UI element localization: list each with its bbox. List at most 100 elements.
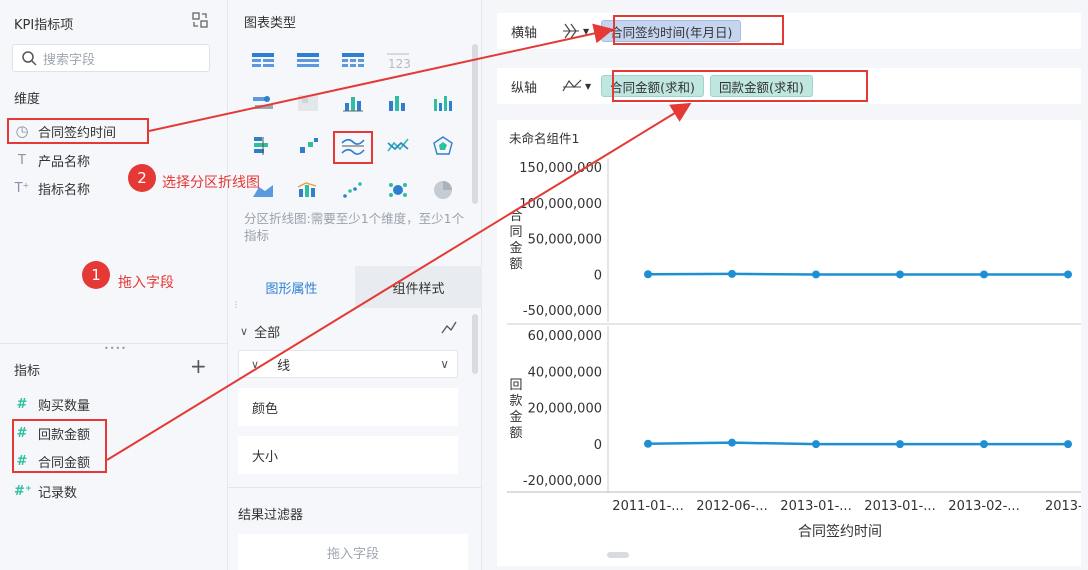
data-point (644, 439, 652, 448)
measure-item-purchase-qty[interactable]: # 购买数量 (14, 393, 90, 415)
pie-chart-icon[interactable] (428, 177, 458, 203)
y-axis-title-char: 合 (509, 209, 522, 224)
x-axis-title: 合同签约时间 (798, 523, 882, 540)
data-point (728, 438, 736, 447)
tab-component-style[interactable]: 组件样式 (355, 266, 482, 308)
x-axis-sort-icon[interactable]: ▼ (561, 22, 589, 40)
combo-chart-icon[interactable] (293, 177, 323, 203)
data-point (980, 270, 988, 279)
field-label: 购买数量 (38, 398, 91, 414)
divider (228, 487, 482, 488)
dimension-header: 维度 (14, 92, 41, 107)
stacked-bar-icon[interactable] (338, 90, 368, 116)
filter-drop-zone[interactable]: 拖入字段 (238, 534, 468, 570)
horizontal-scrollbar[interactable] (607, 552, 629, 558)
y-axis-sort-icon[interactable]: ▼ (561, 77, 591, 95)
y-axis-title-char: 款 (509, 394, 522, 409)
search-icon (22, 51, 37, 66)
y-axis-title-char: 额 (509, 257, 522, 272)
chart-config-panel: 图表类型 123 分区折线图:需要至少1个维度，至少1个指标 图形属性 组件样式… (228, 0, 482, 570)
series-line (647, 272, 1068, 276)
chevron-down-icon: ∨ (240, 325, 249, 338)
y-axis-title-char: 金 (509, 409, 522, 425)
y-tick-label: 50,000,000 (528, 233, 602, 248)
line-chart-icon[interactable] (383, 133, 413, 159)
detail-table-icon[interactable] (338, 48, 368, 74)
data-point (1064, 440, 1072, 449)
filter-header: 结果过滤器 (238, 508, 304, 523)
text-plus-icon: T⁺ (14, 180, 30, 196)
y-tick-label: 0 (594, 438, 602, 453)
mark-type-value: 线 (277, 358, 291, 374)
property-tabs: 图形属性 组件样式 (228, 266, 482, 308)
data-point (1064, 270, 1072, 279)
switch-dataset-icon[interactable] (190, 10, 210, 30)
mark-type-select[interactable]: ∨ 线 ∨ (238, 350, 458, 378)
resize-handle[interactable]: ⋮ (232, 300, 240, 314)
y-axis-title-char: 同 (509, 225, 522, 240)
chevron-down-icon: ∨ (440, 357, 449, 371)
bubble-chart-icon[interactable] (383, 177, 413, 203)
data-point (644, 270, 652, 279)
data-point (728, 269, 736, 278)
x-tick-label: 2012-06-... (696, 499, 767, 514)
x-tick-label: 2011-01-... (612, 499, 683, 514)
measure-item-record-count[interactable]: #⁺ 记录数 (14, 480, 77, 502)
size-property[interactable]: 大小 (238, 436, 458, 474)
svg-text:123: 123 (388, 57, 411, 71)
scrollbar[interactable] (472, 44, 478, 204)
resize-handle[interactable]: •••• (104, 345, 126, 353)
number-icon: #⁺ (14, 483, 32, 499)
gantt-icon[interactable] (248, 90, 278, 116)
table-icon[interactable] (248, 48, 278, 74)
x-tick-label: 2013-01-... (864, 499, 935, 514)
field-panel: KPI指标项 搜索字段 维度 ◷ 合同签约时间 T 产品名称 T⁺ 指标名称 •… (0, 0, 228, 570)
y-tick-label: -20,000,000 (523, 474, 602, 489)
scrollbar[interactable] (472, 314, 478, 374)
x-axis-bar: 横轴 ▼ 合同签约时间(年月日) (497, 13, 1081, 49)
search-input[interactable]: 搜索字段 (12, 44, 210, 72)
chart-type-hint: 分区折线图:需要至少1个维度，至少1个指标 (244, 211, 465, 243)
y-tick-label: 60,000,000 (528, 329, 602, 344)
dimension-item-indicator-name[interactable]: T⁺ 指标名称 (14, 177, 90, 199)
y-axis-label: 纵轴 (511, 80, 538, 96)
scatter-icon[interactable] (338, 177, 368, 203)
grouped-bar-icon[interactable] (428, 90, 458, 116)
highlight-measures (12, 419, 107, 473)
x-tick-label: 2013-01-... (780, 499, 851, 514)
color-property[interactable]: 颜色 (238, 388, 458, 426)
data-point (812, 440, 820, 449)
y-tick-label: 20,000,000 (528, 402, 602, 417)
chart-widget: 未命名组件1 150,000,000 100,000,000 50,000,000 0… (497, 120, 1081, 566)
dimension-item-product-name[interactable]: T 产品名称 (14, 149, 90, 171)
field-label: 指标名称 (38, 182, 91, 198)
dataset-title: KPI指标项 (14, 18, 74, 33)
tab-graphic-properties[interactable]: 图形属性 (228, 266, 355, 308)
x-tick-label: 2013-0 (1045, 499, 1081, 514)
horizontal-bar-icon[interactable] (248, 133, 278, 159)
x-tick-label: 2013-02-... (948, 499, 1019, 514)
heatmap-icon[interactable] (293, 90, 323, 116)
chart-type-header: 图表类型 (244, 16, 297, 31)
radar-chart-icon[interactable] (428, 133, 458, 159)
all-section-toggle[interactable]: ∨ 全部 (240, 322, 280, 341)
color-label: 颜色 (252, 401, 279, 417)
bar-chart-icon[interactable] (383, 90, 413, 116)
y-axis-title-char: 额 (509, 426, 522, 441)
measure-header: 指标 (14, 364, 41, 379)
field-label: 记录数 (38, 485, 78, 501)
cross-table-icon[interactable] (293, 48, 323, 74)
add-measure-button[interactable]: + (190, 356, 207, 376)
search-placeholder: 搜索字段 (43, 52, 96, 68)
y-axis-title-char: 金 (509, 240, 522, 256)
series-line (647, 441, 1068, 446)
kpi-number-icon[interactable]: 123 (383, 48, 413, 74)
step-badge-2: 2 (128, 164, 156, 192)
field-label: 产品名称 (38, 154, 91, 170)
y-tick-label: 0 (594, 268, 602, 283)
data-point (812, 270, 820, 279)
line-style-icon[interactable] (440, 320, 458, 340)
data-point (980, 440, 988, 449)
waterfall-icon[interactable] (293, 133, 323, 159)
highlight-dimension (7, 118, 149, 144)
